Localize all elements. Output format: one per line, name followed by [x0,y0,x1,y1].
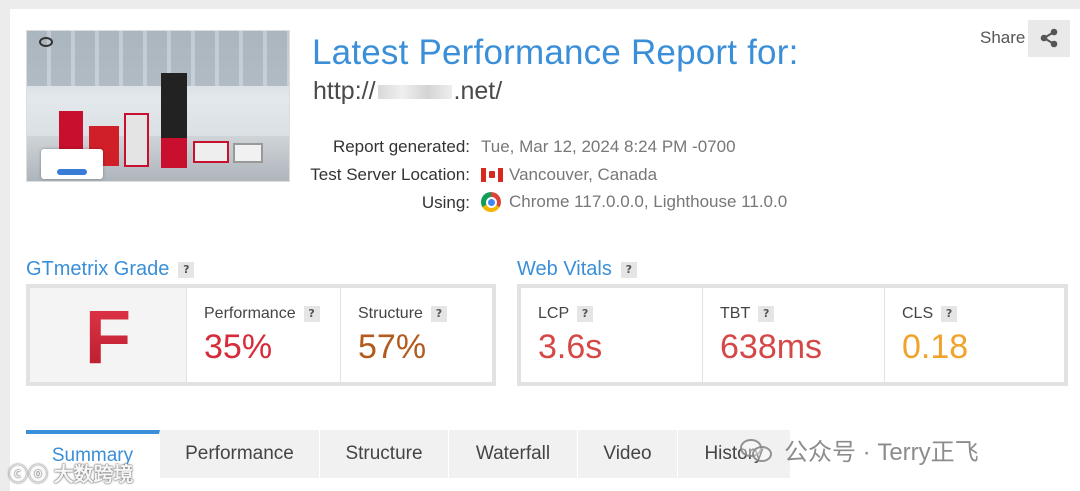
thumbnail-machine [233,143,263,163]
cls-value: 0.18 [902,328,969,366]
gtmetrix-grade-heading: GTmetrix Grade? [26,258,195,281]
grade-help-icon[interactable]: ? [178,261,195,278]
web-vitals-card: LCP? 3.6s TBT? 638ms CLS? 0.18 [517,284,1068,386]
using-value: Chrome 117.0.0.0, Lighthouse 11.0.0 [509,192,788,211]
structure-value: 57% [358,328,427,366]
canada-flag-icon [481,168,503,182]
page-title: Latest Performance Report for: [312,33,799,72]
report-url[interactable]: http:// .net/ [313,77,502,106]
structure-help-icon[interactable]: ? [430,306,447,322]
web-vitals-title: Web Vitals [517,258,612,280]
corner-watermark-text: 大数跨境 [53,464,134,486]
cls-help-icon[interactable]: ? [941,306,958,322]
lcp-cell: LCP? 3.6s [521,288,703,382]
share-label: Share [980,28,1026,47]
corner-watermark: ⓒⓞ 大数跨境 [8,458,134,487]
lcp-value: 3.6s [538,328,603,366]
wechat-icon [740,437,774,463]
tbt-label: TBT [720,305,751,322]
thumbnail-machine [124,113,149,167]
lcp-label: LCP [538,305,570,322]
web-vitals-help-icon[interactable]: ? [620,261,637,278]
server-location-value: Vancouver, Canada [509,165,658,184]
share-button[interactable] [1028,20,1070,57]
thumbnail-popup [41,149,103,179]
report-generated-label: Report generated: [332,137,470,156]
tab-performance[interactable]: Performance [160,430,320,478]
url-suffix: .net/ [453,77,503,105]
wechat-watermark: 公众号 · Terry正飞 [740,432,979,467]
url-redacted-blur [377,85,452,100]
structure-label: Structure [358,305,423,322]
page-screenshot-thumbnail[interactable] [26,30,290,182]
grade-letter: F [30,294,186,381]
tbt-cell: TBT? 638ms [703,288,885,382]
tab-structure[interactable]: Structure [320,430,449,478]
cls-label: CLS [902,305,934,322]
thumbnail-machine [193,141,229,163]
performance-value: 35% [204,328,273,366]
thumbnail-popup-button [57,169,87,175]
tab-video[interactable]: Video [578,430,678,478]
tbt-help-icon[interactable]: ? [758,306,775,322]
server-location-label: Test Server Location: [310,165,470,184]
performance-help-icon[interactable]: ? [303,306,320,322]
url-prefix: http:// [313,77,376,105]
chrome-icon [481,192,501,212]
gtmetrix-grade-title: GTmetrix Grade [26,258,170,280]
cls-cell: CLS? 0.18 [885,288,1064,382]
meta-row-generated: Report generated: [290,137,470,161]
structure-score-cell: Structure? 57% [341,288,492,382]
lcp-help-icon[interactable]: ? [577,306,594,322]
grade-cell: F [30,288,187,382]
meta-row-using: Using: [290,193,470,217]
using-label: Using: [421,193,470,212]
thumbnail-ceiling [27,31,289,86]
performance-score-cell: Performance? 35% [187,288,341,382]
web-vitals-heading: Web Vitals? [517,258,637,281]
performance-label: Performance [204,305,296,322]
thumbnail-logo-icon [39,37,53,47]
wechat-watermark-text: 公众号 · Terry正飞 [784,439,979,466]
tbt-value: 638ms [720,328,823,366]
share-icon [1040,28,1058,48]
corner-watermark-icon: ⓒⓞ [8,464,48,486]
tab-waterfall[interactable]: Waterfall [449,430,578,478]
report-generated-value: Tue, Mar 12, 2024 8:24 PM -0700 [481,137,736,156]
thumbnail-machine [161,73,187,168]
report-page: Latest Performance Report for: http:// .n… [10,9,1080,491]
meta-row-server: Test Server Location: [290,165,470,189]
gtmetrix-grade-card: F Performance? 35% Structure? 57% [26,284,496,386]
